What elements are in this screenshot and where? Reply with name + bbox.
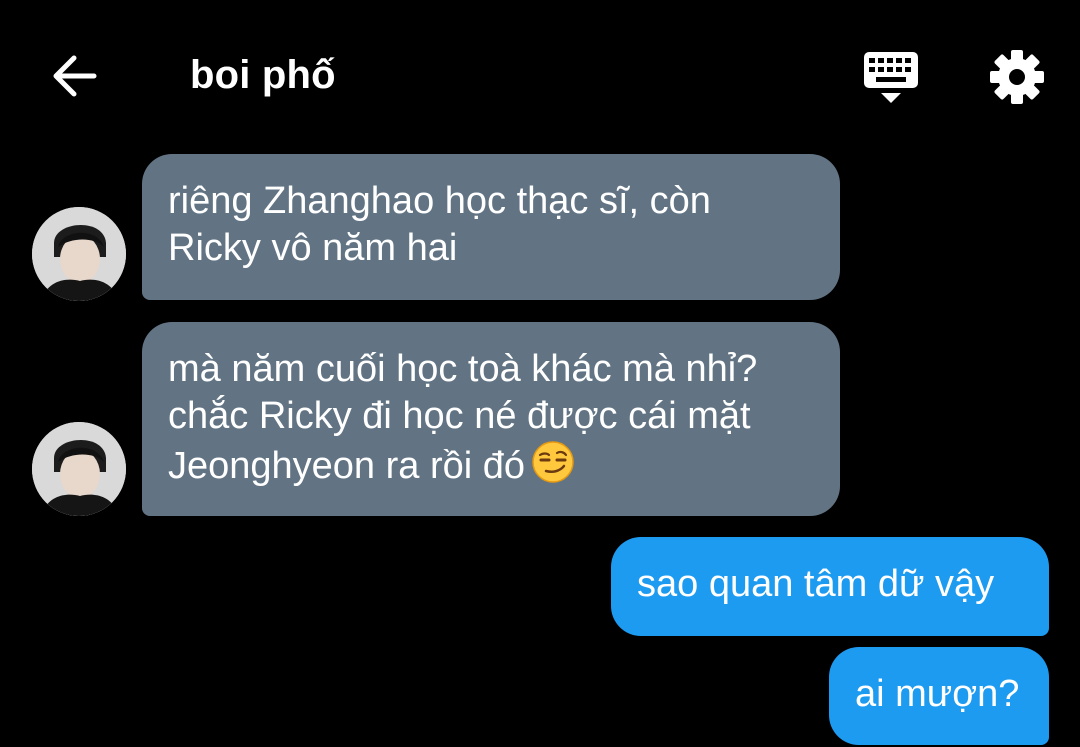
avatar[interactable] — [32, 207, 126, 301]
smirking-face-emoji — [531, 440, 575, 496]
message-text-line: Jeonghyeon ra rồi đó — [168, 440, 814, 496]
arrow-left-icon — [53, 55, 97, 97]
message-text-line: ai mượn? — [855, 673, 1020, 715]
message-text-line: riêng Zhanghao học thạc sĩ, còn — [168, 180, 711, 222]
top-bar: boi phố — [0, 0, 1080, 150]
conversation-title[interactable]: boi phố — [190, 48, 336, 102]
incoming-message-bubble[interactable]: mà năm cuối học toà khác mà nhỉ? chắc Ri… — [142, 322, 840, 516]
back-button[interactable] — [44, 46, 104, 106]
keyboard-button[interactable] — [860, 46, 924, 108]
avatar[interactable] — [32, 422, 126, 516]
outgoing-message-bubble[interactable]: ai mượn? — [829, 647, 1049, 745]
incoming-message-bubble[interactable]: riêng Zhanghao học thạc sĩ, còn Ricky vô… — [142, 154, 840, 300]
settings-button[interactable] — [988, 48, 1046, 106]
outgoing-message-bubble[interactable]: sao quan tâm dữ vậy — [611, 537, 1049, 636]
message-text-line: sao quan tâm dữ vậy — [637, 563, 995, 605]
gear-icon — [990, 50, 1044, 104]
message-text-line: Ricky vô năm hai — [168, 227, 458, 269]
profile-photo — [32, 207, 126, 301]
message-text-line: mà năm cuối học toà khác mà nhỉ? — [168, 348, 758, 390]
message-text-line: chắc Ricky đi học né được cái mặt — [168, 395, 751, 437]
profile-photo — [32, 422, 126, 516]
keyboard-icon — [864, 52, 918, 103]
message-text: Jeonghyeon ra rồi đó — [168, 445, 526, 487]
